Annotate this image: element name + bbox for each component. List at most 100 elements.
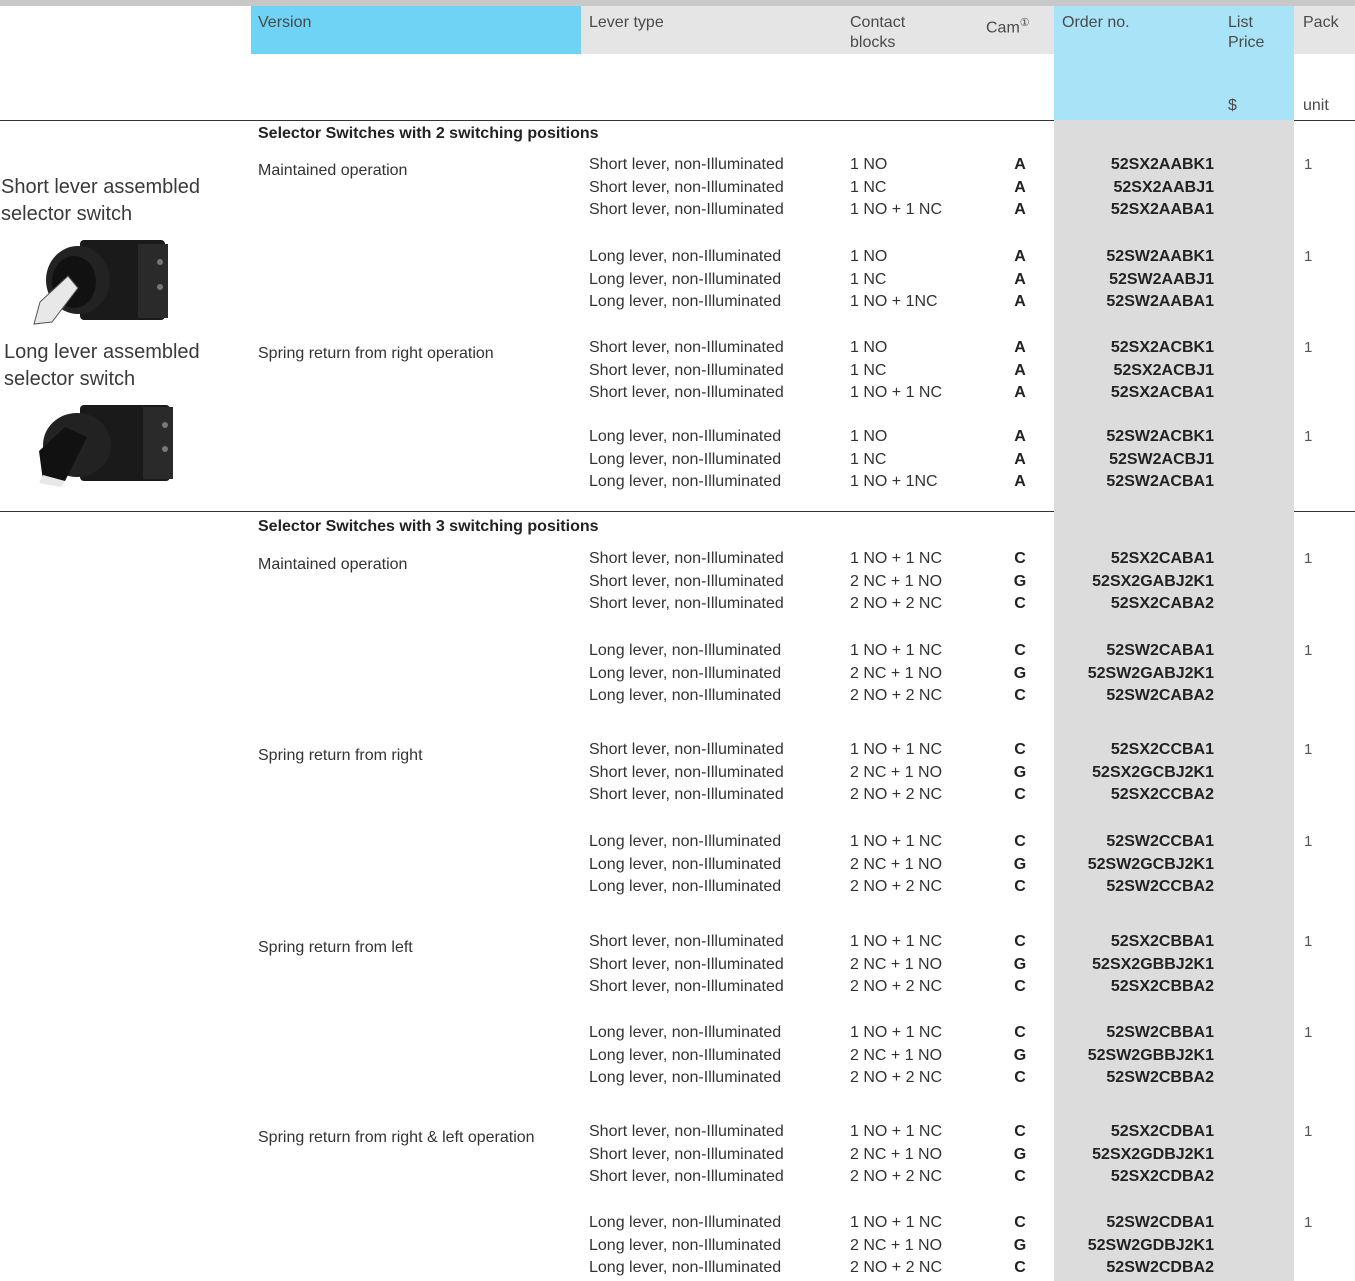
header-order-no: Order no.	[1062, 14, 1130, 31]
cam-cell: G	[1013, 1146, 1027, 1163]
contact-cell: 1 NO + 1 NC	[850, 550, 943, 567]
cam-cell: A	[1014, 339, 1026, 356]
version-label: Maintained operation	[258, 556, 408, 573]
cam-cell: C	[1014, 687, 1026, 704]
order-no-cell: 52SX2CDBA1	[1110, 1123, 1214, 1140]
contact-cell: 1 NC	[850, 271, 887, 288]
lever-cell: Long lever, non-Illuminated	[589, 451, 782, 468]
cam-cell: A	[1014, 201, 1026, 218]
version-label: Spring return from right & left operatio…	[258, 1129, 535, 1146]
cam-cell: C	[1014, 550, 1026, 567]
contact-cell: 2 NO + 2 NC	[850, 1069, 943, 1086]
order-no-cell: 52SW2CDBA1	[1106, 1214, 1214, 1231]
contact-cell: 1 NO + 1 NC	[850, 384, 943, 401]
lever-cell: Short lever, non-Illuminated	[589, 550, 784, 567]
order-no-cell: 52SW2CABA2	[1106, 687, 1214, 704]
version-label: Spring return from left	[258, 939, 413, 956]
lever-cell: Long lever, non-Illuminated	[589, 248, 782, 265]
order-no-cell: 52SX2ACBA1	[1110, 384, 1214, 401]
cam-cell: C	[1014, 933, 1026, 950]
contact-cell: 2 NO + 2 NC	[850, 978, 943, 995]
lever-cell: Long lever, non-Illuminated	[589, 665, 782, 682]
pack-unit: 1	[1304, 741, 1313, 758]
lever-cell: Long lever, non-Illuminated	[589, 833, 782, 850]
order-no-cell: 52SW2ACBA1	[1106, 473, 1214, 490]
contact-cell: 2 NO + 2 NC	[850, 1168, 943, 1185]
contact-cell: 1 NO + 1 NC	[850, 1024, 943, 1041]
order-no-cell: 52SX2ACBJ1	[1113, 362, 1215, 379]
order-no-cell: 52SW2GDBJ2K1	[1087, 1237, 1214, 1254]
cam-cell: C	[1014, 978, 1026, 995]
lever-cell: Short lever, non-Illuminated	[589, 1168, 784, 1185]
header-currency: $	[1228, 97, 1237, 114]
order-no-cell: 52SW2CCBA2	[1106, 878, 1214, 895]
section1-rule	[0, 120, 1054, 121]
header-cam-label: Cam	[986, 19, 1020, 37]
contact-cell: 2 NO + 2 NC	[850, 878, 943, 895]
cam-cell: G	[1013, 665, 1027, 682]
contact-cell: 1 NO + 1 NC	[850, 741, 943, 758]
lever-cell: Short lever, non-Illuminated	[589, 741, 784, 758]
header-version: Version	[258, 14, 312, 31]
header-pack: Pack	[1303, 14, 1339, 31]
cam-cell: C	[1014, 833, 1026, 850]
contact-cell: 1 NO + 1NC	[850, 293, 938, 310]
contact-cell: 1 NO + 1 NC	[850, 1123, 943, 1140]
order-no-cell: 52SW2GBBJ2K1	[1087, 1047, 1214, 1064]
contact-cell: 1 NO + 1 NC	[850, 933, 943, 950]
order-no-cell: 52SW2GCBJ2K1	[1087, 856, 1214, 873]
lever-cell: Short lever, non-Illuminated	[589, 362, 784, 379]
lever-cell: Short lever, non-Illuminated	[589, 179, 784, 196]
contact-cell: 1 NC	[850, 179, 887, 196]
pack-unit: 1	[1304, 428, 1313, 445]
cam-cell: C	[1014, 1259, 1026, 1276]
contact-cell: 2 NC + 1 NO	[850, 665, 943, 682]
cam-cell: A	[1014, 293, 1026, 310]
contact-cell: 2 NC + 1 NO	[850, 1237, 943, 1254]
order-no-cell: 52SX2GABJ2K1	[1092, 573, 1214, 590]
pack-unit: 1	[1304, 933, 1313, 950]
lever-cell: Long lever, non-Illuminated	[589, 687, 782, 704]
order-no-cell: 52SX2CABA1	[1110, 550, 1214, 567]
order-no-cell: 52SW2ACBK1	[1106, 428, 1214, 445]
section2-rule	[0, 511, 1054, 512]
cam-cell: G	[1013, 573, 1027, 590]
order-no-cell: 52SX2GDBJ2K1	[1092, 1146, 1214, 1163]
cam-cell: G	[1013, 856, 1027, 873]
section1-rule-right	[1294, 120, 1355, 121]
contact-cell: 1 NO	[850, 339, 888, 356]
cam-cell: C	[1014, 1024, 1026, 1041]
pack-unit: 1	[1304, 156, 1313, 173]
pack-unit: 1	[1304, 339, 1313, 356]
lever-cell: Long lever, non-Illuminated	[589, 1069, 782, 1086]
cam-footnote-mark: ①	[1019, 17, 1030, 29]
order-no-cell: 52SW2CBBA1	[1106, 1024, 1214, 1041]
order-no-cell: 52SW2AABJ1	[1109, 271, 1214, 288]
pack-unit: 1	[1304, 642, 1313, 659]
contact-cell: 1 NO + 1 NC	[850, 1214, 943, 1231]
cam-cell: A	[1014, 271, 1026, 288]
order-no-cell: 52SW2CABA1	[1106, 642, 1214, 659]
contact-cell: 1 NO + 1 NC	[850, 201, 943, 218]
header-cam: Cam①	[986, 13, 1030, 38]
contact-cell: 1 NO	[850, 428, 888, 445]
section2-title: Selector Switches with 3 switching posit…	[258, 518, 599, 535]
contact-cell: 2 NO + 2 NC	[850, 595, 943, 612]
lever-cell: Short lever, non-Illuminated	[589, 201, 784, 218]
short-lever-switch-image	[20, 232, 190, 332]
lever-cell: Short lever, non-Illuminated	[589, 1146, 784, 1163]
contact-cell: 2 NO + 2 NC	[850, 1259, 943, 1276]
cam-cell: C	[1014, 1069, 1026, 1086]
order-no-cell: 52SW2CDBA2	[1106, 1259, 1214, 1276]
contact-cell: 1 NO + 1 NC	[850, 833, 943, 850]
contact-cell: 2 NC + 1 NO	[850, 764, 943, 781]
cam-cell: G	[1013, 956, 1027, 973]
contact-cell: 1 NO + 1NC	[850, 473, 938, 490]
short-lever-label: Short lever assembled selector switch	[1, 176, 200, 225]
order-no-cell: 52SX2CCBA2	[1110, 786, 1214, 803]
version-label: Spring return from right	[258, 747, 423, 764]
order-no-cell: 52SX2CBBA2	[1110, 978, 1214, 995]
lever-cell: Long lever, non-Illuminated	[589, 1237, 782, 1254]
lever-cell: Short lever, non-Illuminated	[589, 978, 784, 995]
cam-cell: A	[1014, 248, 1026, 265]
